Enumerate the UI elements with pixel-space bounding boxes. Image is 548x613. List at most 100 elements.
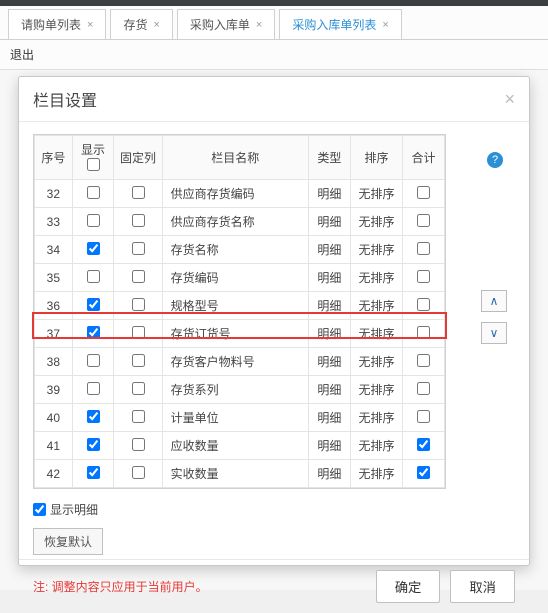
col-type: 类型 [309, 136, 351, 180]
show-checkbox[interactable] [87, 242, 100, 255]
cell-name: 供应商存货编码 [162, 180, 308, 208]
show-checkbox[interactable] [87, 326, 100, 339]
cell-sort[interactable]: 无排序 [350, 320, 402, 348]
cell-name: 存货客户物料号 [162, 348, 308, 376]
show-checkbox[interactable] [87, 354, 100, 367]
show-detail-checkbox[interactable] [33, 503, 46, 516]
fixed-checkbox[interactable] [132, 354, 145, 367]
cell-fixed [114, 208, 162, 236]
cell-fixed [114, 264, 162, 292]
cell-sort[interactable]: 无排序 [350, 208, 402, 236]
table-row[interactable]: 34存货名称明细无排序 [35, 236, 445, 264]
table-row[interactable]: 36规格型号明细无排序 [35, 292, 445, 320]
cell-fixed [114, 320, 162, 348]
fixed-checkbox[interactable] [132, 382, 145, 395]
show-checkbox[interactable] [87, 214, 100, 227]
fixed-checkbox[interactable] [132, 242, 145, 255]
cell-show [72, 264, 114, 292]
cell-sort[interactable]: 无排序 [350, 348, 402, 376]
sum-checkbox[interactable] [417, 382, 430, 395]
fixed-checkbox[interactable] [132, 438, 145, 451]
fixed-checkbox[interactable] [132, 298, 145, 311]
cell-sort[interactable]: 无排序 [350, 264, 402, 292]
show-checkbox[interactable] [87, 410, 100, 423]
cell-seq: 36 [35, 292, 73, 320]
cell-type: 明细 [309, 180, 351, 208]
column-settings-dialog: 栏目设置 × 序号 显示 固定列 栏目名称 类型 排序 合计 [18, 76, 530, 566]
fixed-checkbox[interactable] [132, 410, 145, 423]
cell-seq: 34 [35, 236, 73, 264]
tab-label: 采购入库单 [190, 16, 250, 33]
sum-checkbox[interactable] [417, 410, 430, 423]
show-checkbox[interactable] [87, 382, 100, 395]
table-row[interactable]: 33供应商存货名称明细无排序 [35, 208, 445, 236]
cell-sort[interactable]: 无排序 [350, 236, 402, 264]
show-all-checkbox[interactable] [87, 158, 100, 171]
sum-checkbox[interactable] [417, 466, 430, 479]
col-sum: 合计 [403, 136, 445, 180]
sum-checkbox[interactable] [417, 438, 430, 451]
exit-label[interactable]: 退出 [0, 40, 548, 70]
table-row[interactable]: 40计量单位明细无排序 [35, 404, 445, 432]
restore-default-button[interactable]: 恢复默认 [33, 528, 103, 555]
cell-type: 明细 [309, 320, 351, 348]
table-row[interactable]: 39存货系列明细无排序 [35, 376, 445, 404]
sum-checkbox[interactable] [417, 214, 430, 227]
show-checkbox[interactable] [87, 270, 100, 283]
cell-type: 明细 [309, 376, 351, 404]
close-icon[interactable]: × [87, 19, 93, 31]
help-icon[interactable]: ? [487, 152, 503, 168]
ok-button[interactable]: 确定 [376, 570, 441, 603]
tab-0[interactable]: 请购单列表× [8, 9, 106, 39]
cell-sort[interactable]: 无排序 [350, 292, 402, 320]
cell-sort[interactable]: 无排序 [350, 460, 402, 488]
cell-seq: 42 [35, 460, 73, 488]
sum-checkbox[interactable] [417, 186, 430, 199]
cell-fixed [114, 404, 162, 432]
close-icon[interactable]: × [256, 19, 262, 31]
cell-seq: 33 [35, 208, 73, 236]
tab-1[interactable]: 存货× [110, 9, 172, 39]
move-down-button[interactable]: ∨ [481, 322, 507, 344]
move-up-button[interactable]: ∧ [481, 290, 507, 312]
show-checkbox[interactable] [87, 438, 100, 451]
table-row[interactable]: 37存货订货号明细无排序 [35, 320, 445, 348]
cell-sum [403, 292, 445, 320]
tab-3[interactable]: 采购入库单列表× [279, 9, 401, 39]
cell-sort[interactable]: 无排序 [350, 404, 402, 432]
table-row[interactable]: 32供应商存货编码明细无排序 [35, 180, 445, 208]
sum-checkbox[interactable] [417, 326, 430, 339]
cancel-button[interactable]: 取消 [450, 570, 515, 603]
table-row[interactable]: 41应收数量明细无排序 [35, 432, 445, 460]
close-icon[interactable]: × [153, 19, 159, 31]
close-icon[interactable]: × [382, 19, 388, 31]
fixed-checkbox[interactable] [132, 186, 145, 199]
tab-2[interactable]: 采购入库单 × [177, 9, 275, 39]
sum-checkbox[interactable] [417, 298, 430, 311]
fixed-checkbox[interactable] [132, 326, 145, 339]
fixed-checkbox[interactable] [132, 466, 145, 479]
cell-fixed [114, 236, 162, 264]
show-checkbox[interactable] [87, 466, 100, 479]
table-row[interactable]: 42实收数量明细无排序 [35, 460, 445, 488]
sum-checkbox[interactable] [417, 354, 430, 367]
sum-checkbox[interactable] [417, 270, 430, 283]
sum-checkbox[interactable] [417, 242, 430, 255]
cell-name: 规格型号 [162, 292, 308, 320]
cell-sort[interactable]: 无排序 [350, 376, 402, 404]
table-row[interactable]: 35存货编码明细无排序 [35, 264, 445, 292]
cell-sort[interactable]: 无排序 [350, 432, 402, 460]
fixed-checkbox[interactable] [132, 214, 145, 227]
fixed-checkbox[interactable] [132, 270, 145, 283]
cell-sort[interactable]: 无排序 [350, 180, 402, 208]
show-checkbox[interactable] [87, 186, 100, 199]
cell-seq: 40 [35, 404, 73, 432]
close-icon[interactable]: × [504, 89, 515, 110]
show-checkbox[interactable] [87, 298, 100, 311]
cell-name: 实收数量 [162, 460, 308, 488]
cell-show [72, 376, 114, 404]
dialog-title: 栏目设置 [33, 87, 97, 111]
table-row[interactable]: 38存货客户物料号明细无排序 [35, 348, 445, 376]
cell-name: 供应商存货名称 [162, 208, 308, 236]
cell-name: 存货编码 [162, 264, 308, 292]
